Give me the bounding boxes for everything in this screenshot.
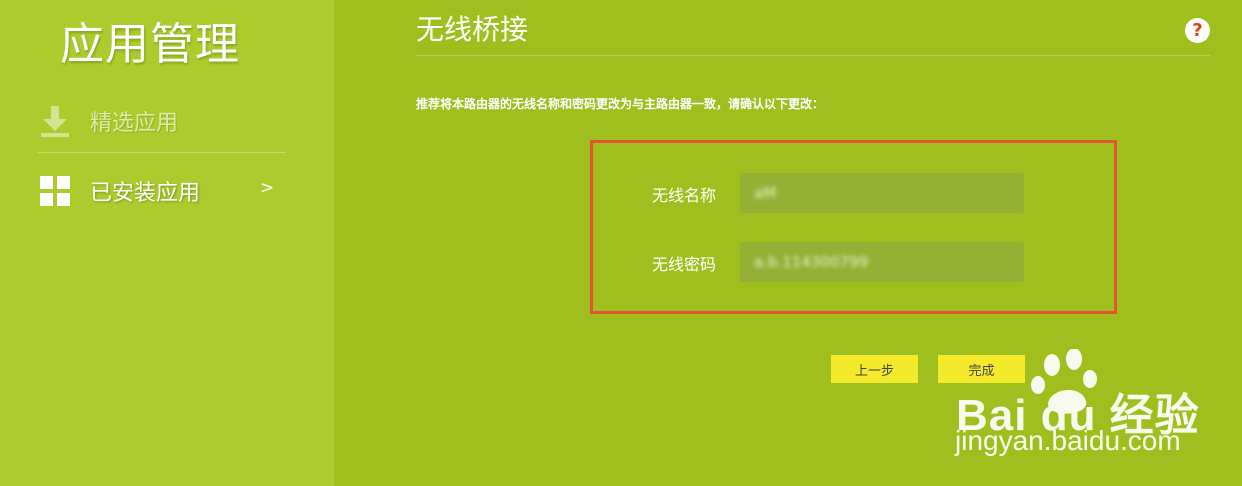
grid-icon xyxy=(40,176,70,206)
chevron-right-icon: > xyxy=(260,178,275,198)
highlight-annotation-box xyxy=(590,140,1117,314)
sidebar-item-installed-apps[interactable]: 已安装应用 > xyxy=(38,158,286,224)
title-divider xyxy=(416,55,1210,56)
wireless-name-field[interactable]: aM xyxy=(740,173,1024,213)
wireless-name-value: aM xyxy=(754,184,777,202)
wireless-password-field[interactable]: a.b.114300799 xyxy=(740,242,1024,282)
page-title: 无线桥接 xyxy=(416,13,529,46)
app-title: 应用管理 xyxy=(60,19,240,70)
wireless-password-value: a.b.114300799 xyxy=(754,253,869,271)
wireless-name-label: 无线名称 xyxy=(652,186,717,205)
sidebar-divider xyxy=(38,152,286,153)
sidebar-item-featured-apps[interactable]: 精选应用 xyxy=(38,88,286,154)
sidebar: 应用管理 精选应用 已安装应用 > xyxy=(0,0,334,486)
watermark-url: jingyan.baidu.com xyxy=(955,425,1181,456)
sidebar-item-label: 精选应用 xyxy=(90,111,179,136)
wireless-password-label: 无线密码 xyxy=(652,255,717,274)
download-icon xyxy=(41,106,69,137)
instruction-text: 推荐将本路由器的无线名称和密码更改为与主路由器一致，请确认以下更改： xyxy=(416,97,825,111)
previous-step-button[interactable]: 上一步 xyxy=(831,355,918,383)
help-icon[interactable]: ? xyxy=(1185,18,1210,43)
sidebar-item-label: 已安装应用 xyxy=(90,181,201,206)
